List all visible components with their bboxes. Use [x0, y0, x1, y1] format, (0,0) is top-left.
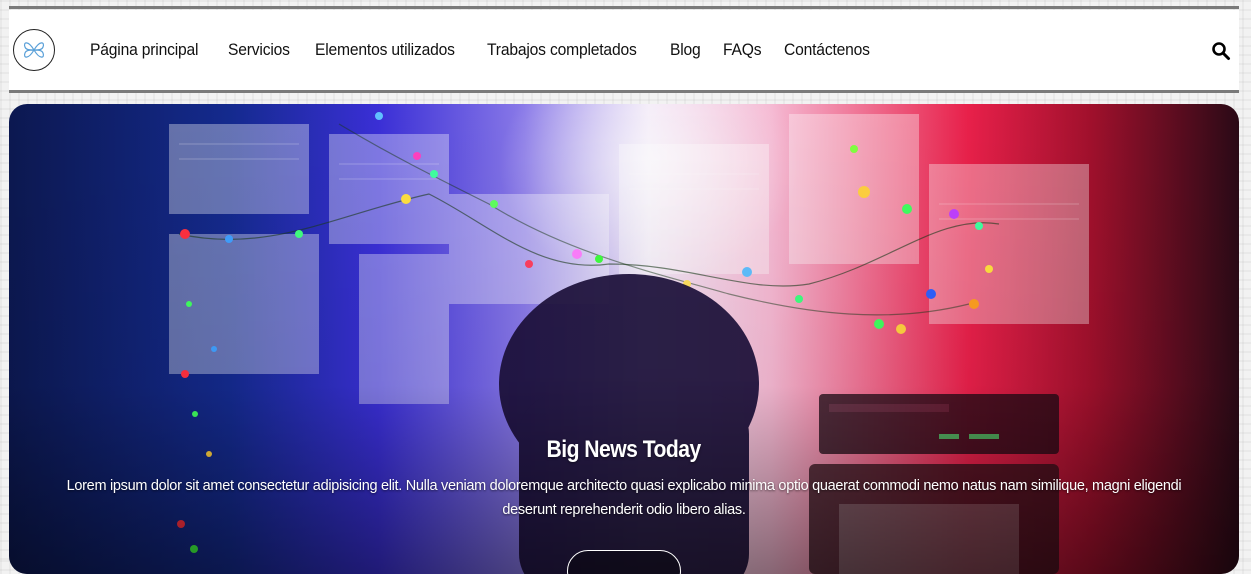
nav-item-home[interactable]: Página principal — [90, 40, 199, 60]
search-icon[interactable] — [1211, 41, 1231, 61]
hero-content: Big News Today Lorem ipsum dolor sit ame… — [9, 436, 1239, 522]
nav-item-completed-works[interactable]: Trabajos completados — [487, 40, 637, 60]
main-nav: Página principal Servicios Elementos uti… — [90, 40, 898, 60]
nav-item-contact[interactable]: Contáctenos — [784, 40, 870, 60]
hero-banner: Big News Today Lorem ipsum dolor sit ame… — [9, 104, 1239, 574]
nav-item-services[interactable]: Servicios — [228, 40, 290, 60]
nav-item-blog[interactable]: Blog — [670, 40, 701, 60]
header-top-rule — [9, 6, 1239, 9]
hero-description: Lorem ipsum dolor sit amet consectetur a… — [66, 478, 1182, 518]
butterfly-logo-icon[interactable] — [13, 29, 55, 71]
hero-title: Big News Today — [546, 436, 702, 463]
nav-item-faqs[interactable]: FAQs — [723, 40, 762, 60]
header-bottom-rule — [9, 90, 1239, 93]
hero-button[interactable] — [567, 550, 681, 574]
navbar: Página principal Servicios Elementos uti… — [9, 10, 1239, 90]
nav-item-elements[interactable]: Elementos utilizados — [315, 40, 455, 60]
